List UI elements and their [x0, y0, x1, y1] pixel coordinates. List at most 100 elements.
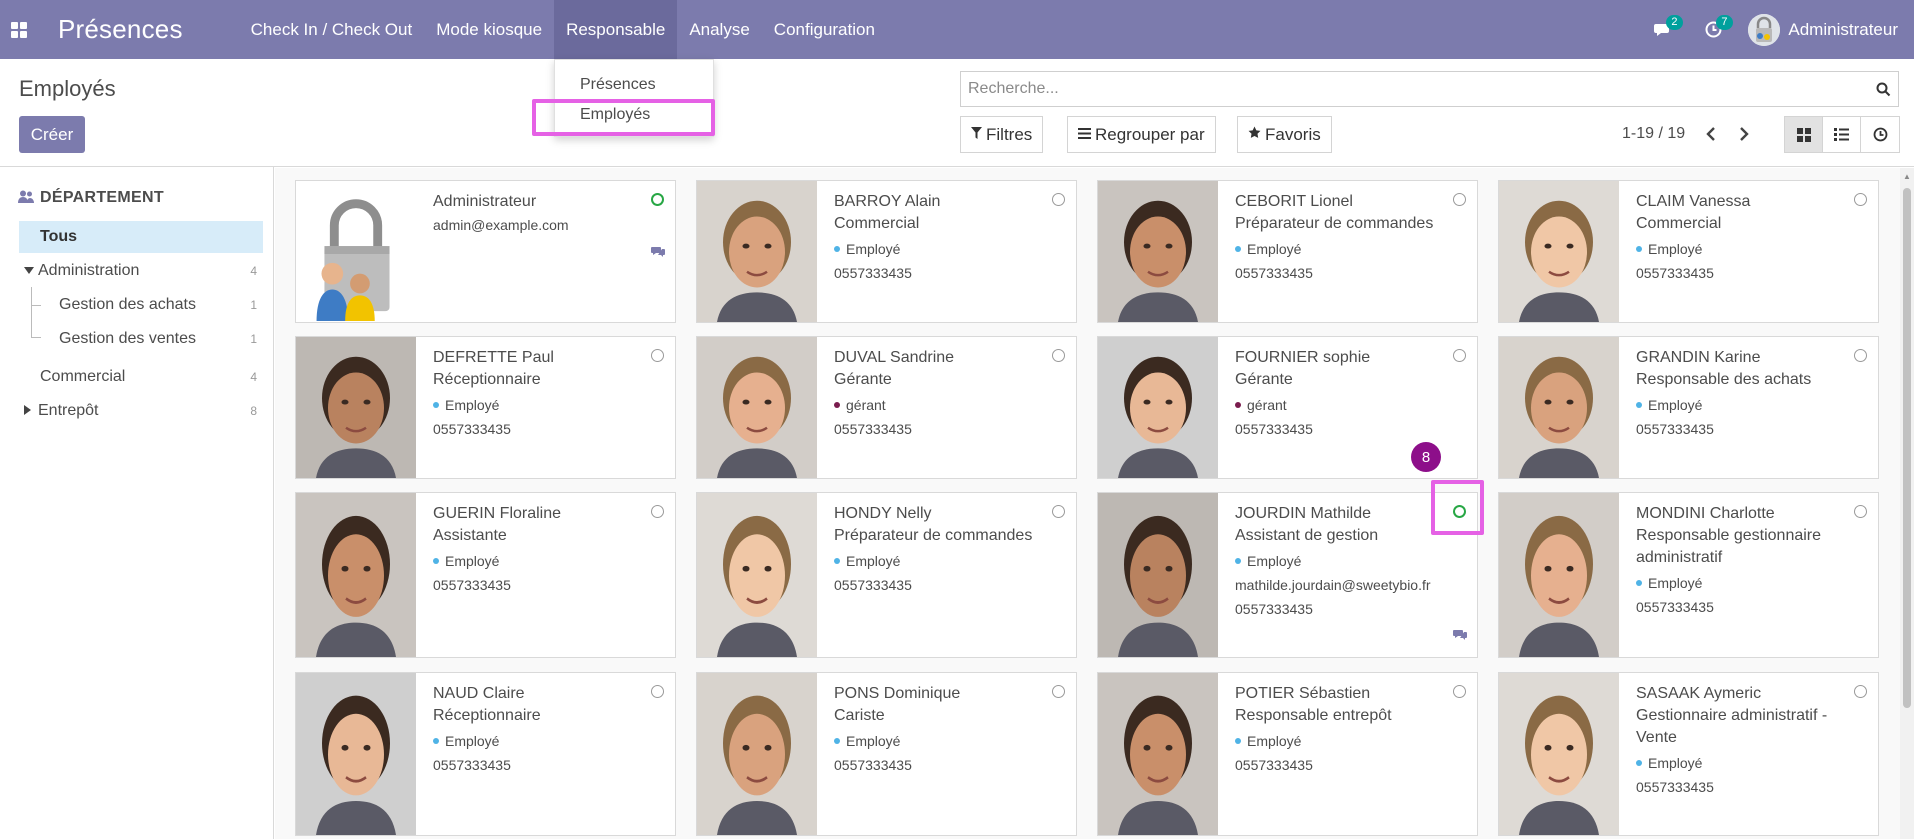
employee-card[interactable]: BARROY Alain Commercial Employé 0557333435 [696, 180, 1077, 323]
employee-card[interactable]: HONDY Nelly Préparateur de commandes Emplo… [696, 492, 1077, 658]
employee-phone: 0557333435 [1636, 599, 1714, 615]
dropdown-item-attendances[interactable]: Présences [555, 70, 713, 100]
employee-card[interactable]: Administrateur admin@example.com [295, 180, 676, 323]
step-number-badge: 8 [1411, 442, 1441, 472]
employee-card[interactable]: CEBORIT Lionel Préparateur de commandes Em… [1097, 180, 1478, 323]
menu-kiosk-mode[interactable]: Mode kiosque [424, 0, 554, 59]
pager-next-icon[interactable] [1729, 119, 1759, 149]
menu-check-in-out[interactable]: Check In / Check Out [239, 0, 425, 59]
chat-bubble-icon[interactable] [651, 246, 665, 260]
menu-configuration[interactable]: Configuration [762, 0, 887, 59]
vertical-scrollbar[interactable]: ▲ [1900, 168, 1914, 839]
department-all[interactable]: Tous [19, 221, 263, 253]
activity-view-icon[interactable] [1861, 117, 1899, 152]
presence-status-icon[interactable] [1453, 685, 1466, 698]
favorites-label: Favoris [1265, 124, 1321, 144]
filters-button[interactable]: Filtres [960, 116, 1044, 153]
employee-tag: Employé [433, 733, 645, 749]
presence-status-icon[interactable] [1854, 349, 1867, 362]
department-warehouse[interactable]: Entrepôt 8 [19, 395, 263, 427]
user-menu[interactable]: Administrateur [1748, 13, 1898, 46]
list-view-icon[interactable] [1823, 117, 1861, 152]
favorites-button[interactable]: Favoris [1237, 116, 1332, 153]
employee-card[interactable]: POTIER Sébastien Responsable entrepôt Empl… [1097, 672, 1478, 836]
employee-info: CEBORIT Lionel Préparateur de commandes Em… [1235, 191, 1447, 281]
tag-label: Employé [445, 733, 500, 749]
view-switcher [1784, 116, 1900, 153]
employee-card[interactable]: DEFRETTE Paul Réceptionnaire Employé 055733… [295, 336, 676, 479]
department-label: Administration [38, 262, 140, 279]
presence-status-icon[interactable] [1854, 505, 1867, 518]
employee-photo [1499, 181, 1619, 322]
search-icon[interactable] [1868, 72, 1898, 106]
employee-card[interactable]: JOURDIN Mathilde Assistant de gestion Empl… [1097, 492, 1478, 658]
presence-status-icon[interactable] [651, 505, 664, 518]
employee-phone: 0557333435 [834, 421, 912, 437]
employee-card[interactable]: GRANDIN Karine Responsable des achats Empl… [1498, 336, 1879, 479]
department-count: 8 [250, 404, 257, 418]
search-input[interactable] [961, 73, 1868, 105]
employee-phone: 0557333435 [1636, 265, 1714, 281]
kanban-view-icon[interactable] [1785, 117, 1823, 152]
presence-status-icon[interactable] [1453, 193, 1466, 206]
tag-color-dot [1636, 246, 1642, 252]
create-button[interactable]: Créer [19, 116, 85, 153]
presence-status-icon[interactable] [651, 193, 664, 206]
menu-analysis[interactable]: Analyse [677, 0, 761, 59]
employee-card[interactable]: MONDINI Charlotte Responsable gestionnair… [1498, 492, 1879, 658]
presence-status-icon[interactable] [1453, 349, 1466, 362]
pager-previous-icon[interactable] [1696, 119, 1726, 149]
employee-photo [296, 493, 416, 657]
presence-status-icon[interactable] [1052, 505, 1065, 518]
department-purchasing[interactable]: Gestion des achats 1 [19, 289, 263, 321]
employee-job-title: Préparateur de commandes [834, 527, 1033, 544]
employee-card[interactable]: GUERIN Floraline Assistante Employé 0557333… [295, 492, 676, 658]
employee-info: PONS Dominique Cariste Employé 0557333435 [834, 683, 1046, 773]
activities-count-badge: 7 [1716, 14, 1733, 30]
employee-info: Administrateur admin@example.com [433, 191, 645, 233]
tag-color-dot [834, 402, 840, 408]
tag-color-dot [1235, 558, 1241, 564]
department-administration[interactable]: Administration 4 [19, 255, 263, 287]
tag-color-dot [834, 738, 840, 744]
presence-status-icon[interactable] [1052, 349, 1065, 362]
tag-label: Employé [1648, 241, 1703, 257]
employee-job-title: Gestionnaire administratif - Vente [1636, 707, 1828, 746]
employee-name: BARROY Alain [834, 193, 941, 210]
presence-status-icon[interactable] [1052, 193, 1065, 206]
department-label: Gestion des achats [59, 296, 196, 313]
employee-card[interactable]: CLAIM Vanessa Commercial Employé 0557333435 [1498, 180, 1879, 323]
employee-card[interactable]: DUVAL Sandrine Gérante gérant 0557333435 [696, 336, 1077, 479]
chat-bubble-icon[interactable] [1453, 629, 1467, 643]
caret-right-icon[interactable] [24, 404, 36, 418]
department-commercial[interactable]: Commercial 4 [19, 361, 263, 393]
scroll-up-icon[interactable]: ▲ [1903, 172, 1911, 181]
employee-photo [1499, 493, 1619, 657]
employee-name: DUVAL Sandrine [834, 349, 955, 366]
presence-status-icon[interactable] [651, 349, 664, 362]
presence-status-icon[interactable] [1052, 685, 1065, 698]
tag-label: gérant [1247, 397, 1287, 413]
employee-name: DEFRETTE Paul [433, 349, 554, 366]
tag-color-dot [834, 246, 840, 252]
employee-card[interactable]: SASAAK Aymeric Gestionnaire administratif… [1498, 672, 1879, 836]
menu-manager[interactable]: Responsable [554, 0, 678, 59]
pager-value[interactable]: 1-19 / 19 [1622, 125, 1685, 143]
employee-email: admin@example.com [433, 217, 569, 233]
scrollbar-thumb[interactable] [1903, 188, 1911, 708]
presence-status-icon[interactable] [1854, 685, 1867, 698]
apps-menu-icon[interactable] [0, 0, 38, 59]
presence-status-icon[interactable] [651, 685, 664, 698]
department-sales[interactable]: Gestion des ventes 1 [19, 323, 263, 355]
messages-icon[interactable]: 2 [1648, 14, 1683, 45]
employee-photo [1098, 493, 1218, 657]
tag-label: Employé [846, 553, 901, 569]
department-count: 4 [250, 370, 257, 384]
app-title[interactable]: Présences [58, 14, 183, 45]
employee-card[interactable]: PONS Dominique Cariste Employé 0557333435 [696, 672, 1077, 836]
caret-down-icon[interactable] [24, 266, 36, 277]
employee-card[interactable]: NAUD Claire Réceptionnaire Employé 05573334… [295, 672, 676, 836]
activities-clock-icon[interactable]: 7 [1698, 14, 1733, 45]
presence-status-icon[interactable] [1854, 193, 1867, 206]
group-by-button[interactable]: Regrouper par [1067, 116, 1216, 153]
